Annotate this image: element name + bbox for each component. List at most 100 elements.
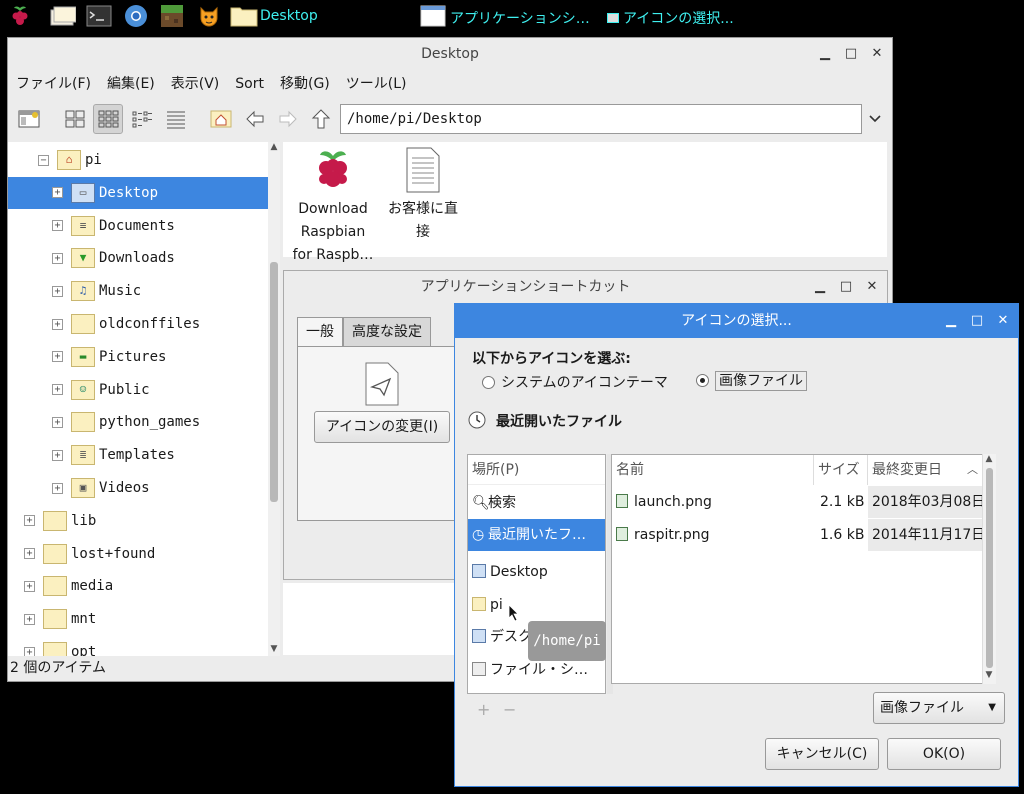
place-desktop[interactable]: Desktop [468,556,605,588]
radio-image-file[interactable]: 画像ファイル [696,370,807,391]
menu-edit[interactable]: 編集(E) [99,72,163,96]
col-header-modified[interactable]: 最終変更日 ︿ [868,455,982,485]
expand-icon[interactable]: + [52,285,63,297]
home-button[interactable] [206,104,236,134]
close-button[interactable]: ✕ [865,280,879,294]
tree-item[interactable]: + media [8,570,268,602]
icon-view-button[interactable] [60,104,90,134]
radio-theme[interactable]: システムのアイコンテーマ [482,372,668,392]
expand-icon[interactable]: + [24,580,35,592]
expand-icon[interactable]: + [52,318,63,330]
expand-icon[interactable]: + [52,351,63,363]
list-view-button[interactable] [161,104,191,134]
tree-item[interactable]: + python_games [8,406,268,438]
forward-button[interactable] [273,104,303,134]
table-row[interactable]: launch.png 2.1 kB 2018年03月08日 [612,486,985,518]
taskbar-desktop-label[interactable]: Desktop [260,8,318,24]
new-window-button[interactable] [14,104,44,134]
menu-sort[interactable]: Sort [227,72,272,96]
address-dropdown-button[interactable] [864,104,886,134]
taskbar-task-shortcut[interactable]: アプリケーションシ… [450,8,590,28]
table-row[interactable]: raspitr.png 1.6 kB 2014年11月17日 [612,519,985,551]
tree-item[interactable]: + mnt [8,603,268,635]
expand-icon[interactable]: + [52,482,63,494]
compact-view-button[interactable] [127,104,157,134]
scroll-up-icon[interactable]: ▲ [983,454,995,464]
back-button[interactable] [240,104,270,134]
tree-item[interactable]: + lib [8,505,268,537]
terminal-icon[interactable] [86,4,112,28]
places-header[interactable]: 場所(P) [468,455,605,485]
taskbar-task-iconselect[interactable]: アイコンの選択... [607,8,734,28]
minecraft-icon[interactable] [160,4,184,28]
tree-item[interactable]: + ▼ Downloads [8,242,268,274]
address-bar[interactable]: /home/pi/Desktop [340,104,862,134]
scroll-down-icon[interactable]: ▼ [268,644,280,656]
expand-icon[interactable]: + [52,187,63,199]
maximize-button[interactable]: □ [839,280,853,294]
change-icon-button[interactable]: アイコンの変更(I) [314,411,450,443]
place-home[interactable]: pi [468,589,605,621]
menu-view[interactable]: 表示(V) [163,72,228,96]
up-button[interactable] [306,104,336,134]
scroll-down-icon[interactable]: ▼ [983,670,995,680]
tree-item[interactable]: + lost+found [8,538,268,570]
close-button[interactable]: ✕ [996,314,1010,328]
expand-icon[interactable]: + [24,613,35,625]
tree-item[interactable]: + ▣ Videos [8,472,268,504]
expand-icon[interactable]: + [52,252,63,264]
browser-icon[interactable] [124,4,148,28]
thumbnail-view-button[interactable] [93,104,123,134]
menu-file[interactable]: ファイル(F) [8,72,99,96]
raspberry-menu-icon[interactable] [8,4,32,28]
expand-icon[interactable]: + [24,515,35,527]
expand-icon[interactable]: + [52,220,63,232]
cancel-button[interactable]: キャンセル(C) [765,738,879,770]
tree-item[interactable]: + oldconffiles [8,308,268,340]
file-type-filter[interactable]: 画像ファイル ▼ [873,692,1005,724]
collapse-icon[interactable]: − [38,154,49,166]
radio-button[interactable] [482,376,495,389]
expand-icon[interactable]: + [52,449,63,461]
minimize-button[interactable]: ▁ [944,314,958,328]
directory-tree[interactable]: − ⌂ pi + ▭ Desktop + ≡ Documents + ▼ Downloads + ♫ Mus… [8,142,268,657]
tab-advanced[interactable]: 高度な設定 [343,317,431,347]
radio-button-selected[interactable] [696,374,709,387]
tree-item[interactable]: + ▬ Pictures [8,341,268,373]
minimize-button[interactable]: ▁ [813,280,827,294]
col-header-size[interactable]: サイズ [814,455,868,485]
place-search[interactable]: 🔍︎検索 [468,487,605,519]
add-place-icon[interactable]: + [477,700,490,719]
ok-button[interactable]: OK(O) [887,738,1001,770]
tree-item[interactable]: + ☺ Public [8,374,268,406]
file-document[interactable]: お客様に直 接 [379,144,467,244]
place-recent[interactable]: ◷ 最近開いたフ… [468,519,605,551]
col-header-name[interactable]: 名前 [612,455,814,485]
tree-scrollbar[interactable]: ▲ ▼ [268,142,280,657]
maximize-button[interactable]: □ [970,314,984,328]
expand-icon[interactable]: + [52,384,63,396]
tab-general[interactable]: 一般 [297,317,343,347]
expand-icon[interactable]: + [52,416,63,428]
scratch-icon[interactable] [197,4,221,28]
minimize-button[interactable]: ▁ [818,47,832,61]
tree-item[interactable]: − ⌂ pi [8,144,268,176]
remove-place-icon[interactable]: − [503,700,516,719]
desktop-folder-icon[interactable] [230,4,258,28]
tree-item[interactable]: + ≡ Documents [8,210,268,242]
file-download-raspbian[interactable]: Download Raspbian for Raspb… [289,144,377,267]
tree-item[interactable]: + ♫ Music [8,275,268,307]
scroll-up-icon[interactable]: ▲ [268,142,280,154]
file-manager-icon[interactable] [50,4,77,28]
tree-item[interactable]: + ≣ Templates [8,439,268,471]
close-button[interactable]: ✕ [870,47,884,61]
scroll-thumb[interactable] [986,468,993,668]
tree-item[interactable]: + opt [8,636,268,657]
menu-go[interactable]: 移動(G) [272,72,338,96]
maximize-button[interactable]: □ [844,47,858,61]
scroll-thumb[interactable] [270,262,278,502]
tree-item[interactable]: + ▭ Desktop [8,176,268,209]
file-list-scrollbar[interactable]: ▲ ▼ [982,454,996,684]
expand-icon[interactable]: + [24,548,35,560]
menu-tools[interactable]: ツール(L) [338,72,415,96]
